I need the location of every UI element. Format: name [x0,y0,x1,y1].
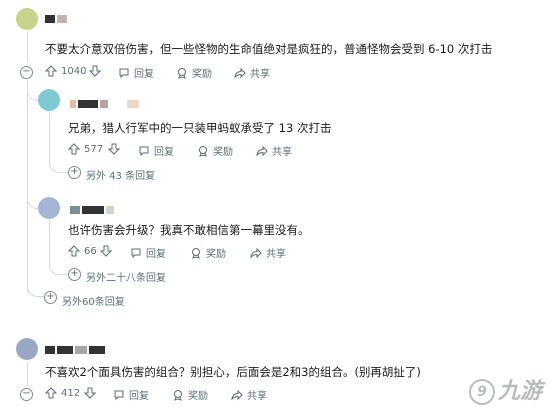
award-button[interactable]: 奖励 [176,65,212,80]
expand-button[interactable]: + [68,268,81,281]
comment-icon [139,146,149,156]
reply-connector [27,286,45,297]
reply-connector [27,88,38,101]
more-replies-link[interactable]: 另外60条回复 [62,293,125,308]
thread-line [27,362,28,386]
avatar[interactable] [16,8,38,30]
arrow-up-icon [45,65,57,77]
award-icon [174,389,182,401]
comment-text: 不要太介意双倍伤害，但一些怪物的生命值绝对是疯狂的，普通怪物会受到 6-10 次… [45,42,493,56]
thread-line [27,32,28,62]
arrow-up-icon [68,245,80,257]
reply-button[interactable]: 回复 [118,65,154,80]
reply-button[interactable]: 回复 [113,387,149,402]
reply-connector [49,160,68,173]
thread-line [49,220,50,268]
arrow-down-icon [89,65,101,77]
arrow-down-icon [100,245,112,257]
thread-line [27,78,28,293]
avatar[interactable] [38,197,60,219]
arrow-up-icon [45,387,57,399]
reply-button[interactable]: 回复 [130,245,166,260]
share-button[interactable]: 共享 [250,245,286,260]
comment-icon [131,248,141,258]
reply-connector [27,196,38,209]
username[interactable] [70,205,116,215]
award-button[interactable]: 奖励 [172,387,208,402]
thread-line [49,112,50,167]
vote-count: 66 [84,245,97,257]
downvote-button[interactable] [108,143,124,155]
arrow-down-icon [84,387,96,399]
more-replies-link[interactable]: 另外二十八条回复 [86,269,166,284]
share-button[interactable]: 共享 [234,65,270,80]
avatar[interactable] [38,89,60,111]
share-icon [231,389,243,400]
comment-text: 不喜欢2个面具伤害的组合？别担心，后面会是2和3的组合。(别再胡扯了) [45,365,421,379]
reply-connector [49,262,68,275]
upvote-button[interactable]: 1040 [45,65,86,77]
watermark-logo: 9 九游 [468,373,542,405]
avatar[interactable] [16,338,38,360]
award-icon [192,247,200,259]
comment-icon [119,68,129,78]
comment-text: 兄弟，猎人行军中的一只装甲蚂蚁承受了 13 次打击 [68,121,332,135]
username[interactable] [45,345,107,355]
vote-count: 1040 [61,65,87,77]
arrow-down-icon [108,143,120,155]
upvote-button[interactable]: 412 [45,387,80,399]
collapse-button[interactable]: − [20,388,33,401]
downvote-button[interactable] [89,65,105,77]
comment-icon [114,390,124,400]
award-icon [199,145,207,157]
comment-text: 也许伤害会升级？我真不敢相信第一幕里没有。 [68,223,310,237]
expand-button[interactable]: + [68,166,81,179]
expand-button[interactable]: + [44,291,57,304]
vote-count: 577 [84,143,104,155]
username[interactable] [70,99,141,109]
share-icon [234,67,246,78]
award-button[interactable]: 奖励 [197,143,233,158]
upvote-button[interactable]: 66 [68,245,97,257]
vote-count: 412 [61,387,81,399]
share-button[interactable]: 共享 [231,387,267,402]
reply-button[interactable]: 回复 [138,143,174,158]
award-icon [178,67,186,79]
share-icon [250,247,262,258]
share-icon [256,145,268,156]
arrow-up-icon [68,143,80,155]
award-button[interactable]: 奖励 [190,245,226,260]
downvote-button[interactable] [84,387,100,399]
share-button[interactable]: 共享 [256,143,292,158]
more-replies-link[interactable]: 另外 43 条回复 [86,167,155,182]
username[interactable] [45,14,69,24]
upvote-button[interactable]: 577 [68,143,103,155]
downvote-button[interactable] [100,245,116,257]
